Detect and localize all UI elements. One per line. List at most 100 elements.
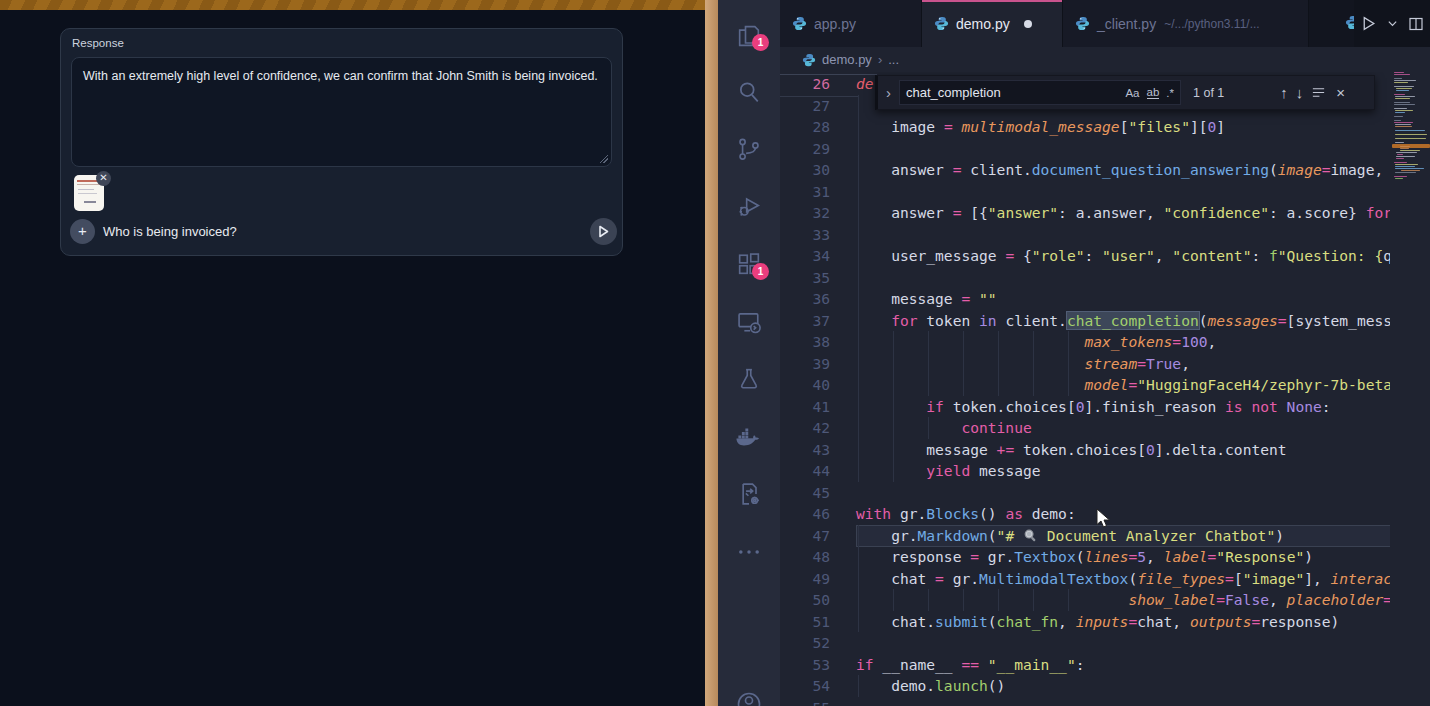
code-line[interactable]: 48 response = gr.Textbox(lines=5, label=… bbox=[780, 546, 1390, 568]
line-number: 32 bbox=[780, 202, 830, 224]
code-line[interactable]: 35 bbox=[780, 267, 1390, 289]
minimap-line bbox=[1395, 178, 1403, 179]
run-debug-icon[interactable] bbox=[735, 192, 763, 220]
find-next-icon[interactable]: ↓ bbox=[1296, 84, 1304, 101]
code-line[interactable]: 33 bbox=[780, 224, 1390, 246]
code-line[interactable]: 53if __name__ == "__main__": bbox=[780, 654, 1390, 676]
line-number: 50 bbox=[780, 589, 830, 611]
python-icon bbox=[802, 53, 816, 67]
mouse-cursor bbox=[1096, 508, 1113, 530]
code-line[interactable]: 36 message = "" bbox=[780, 288, 1390, 310]
activity-bar: 1 1 bbox=[718, 0, 780, 706]
attach-file-button[interactable]: + bbox=[70, 219, 95, 244]
code-line[interactable]: 52 bbox=[780, 632, 1390, 654]
run-python-file-icon[interactable] bbox=[1360, 15, 1377, 32]
code-line[interactable]: 46with gr.Blocks() as demo: bbox=[780, 503, 1390, 525]
code-line[interactable]: 47 gr.Markdown("# Document Analyzer Chat… bbox=[780, 525, 1390, 547]
minimap-line bbox=[1394, 116, 1403, 117]
find-widget: › chat_completion Aa ab .* 1 of 1 ↑ ↓ × bbox=[875, 75, 1375, 110]
screenshot-root: Response With an extremely high level of… bbox=[0, 0, 1430, 706]
line-number: 42 bbox=[780, 417, 830, 439]
line-number: 55 bbox=[780, 697, 830, 706]
code-line[interactable]: 30 answer = client.document_question_ans… bbox=[780, 159, 1390, 181]
code-line[interactable]: 32 answer = [{"answer": a.answer, "confi… bbox=[780, 202, 1390, 224]
breadcrumb-more[interactable]: ... bbox=[888, 52, 899, 67]
minimap[interactable] bbox=[1392, 72, 1430, 706]
minimap-line bbox=[1395, 112, 1405, 113]
line-number: 46 bbox=[780, 503, 830, 525]
response-textarea[interactable]: With an extremely high level of confiden… bbox=[71, 57, 612, 167]
code-line[interactable]: 49 chat = gr.MultimodalTextbox(file_type… bbox=[780, 568, 1390, 590]
modified-dot-icon[interactable] bbox=[1024, 20, 1032, 28]
tab-client-py[interactable]: _client.py ~/.../python3.11/... bbox=[1063, 0, 1309, 47]
code-line[interactable]: 37 for token in client.chat_completion(m… bbox=[780, 310, 1390, 332]
code-line[interactable]: 45 bbox=[780, 482, 1390, 504]
code-line[interactable]: 38 max_tokens=100, bbox=[780, 331, 1390, 353]
python-icon bbox=[1075, 16, 1090, 31]
send-button[interactable] bbox=[590, 218, 617, 245]
search-icon[interactable] bbox=[735, 78, 763, 106]
editor-actions bbox=[1354, 0, 1430, 47]
line-number: 48 bbox=[780, 546, 830, 568]
line-number: 53 bbox=[780, 654, 830, 676]
code-line[interactable]: 55 bbox=[780, 697, 1390, 706]
more-icon[interactable] bbox=[735, 538, 763, 566]
line-number: 49 bbox=[780, 568, 830, 590]
line-number: 38 bbox=[780, 331, 830, 353]
window-divider[interactable] bbox=[705, 0, 718, 706]
account-icon[interactable] bbox=[735, 690, 763, 706]
code-line[interactable]: 39 stream=True, bbox=[780, 353, 1390, 375]
remote-explorer-icon[interactable] bbox=[735, 308, 763, 336]
regex-icon[interactable]: .* bbox=[1166, 87, 1174, 99]
find-close-icon[interactable]: × bbox=[1336, 84, 1345, 101]
code-line[interactable]: 54 demo.launch() bbox=[780, 675, 1390, 697]
line-number: 31 bbox=[780, 181, 830, 203]
breadcrumb: demo.py › ... bbox=[780, 47, 1430, 72]
code-line[interactable]: 44 yield message bbox=[780, 460, 1390, 482]
source-control-icon[interactable] bbox=[735, 135, 763, 163]
code-line[interactable]: 43 message += token.choices[0].delta.con… bbox=[780, 439, 1390, 461]
find-input[interactable]: chat_completion Aa ab .* bbox=[899, 80, 1181, 105]
find-in-selection-icon[interactable] bbox=[1311, 85, 1326, 100]
whole-word-icon[interactable]: ab bbox=[1147, 86, 1160, 99]
response-label: Response bbox=[72, 37, 124, 49]
code-line[interactable]: 51 chat.submit(chat_fn, inputs=chat, out… bbox=[780, 611, 1390, 633]
tab-app-py[interactable]: app.py bbox=[780, 0, 922, 47]
line-number: 40 bbox=[780, 374, 830, 396]
response-text: With an extremely high level of confiden… bbox=[83, 69, 598, 83]
run-dropdown-chevron-icon[interactable] bbox=[1387, 18, 1398, 29]
line-number: 26 bbox=[780, 73, 830, 95]
file-settings-icon[interactable] bbox=[735, 480, 763, 508]
code-editor[interactable]: 26def chat_fn(multimodal_message):2728 i… bbox=[780, 72, 1430, 706]
test-beaker-icon[interactable] bbox=[735, 365, 763, 393]
code-line[interactable]: 29 bbox=[780, 138, 1390, 160]
find-expand-chevron-icon[interactable]: › bbox=[886, 84, 891, 101]
find-prev-icon[interactable]: ↑ bbox=[1280, 84, 1288, 101]
question-input[interactable]: Who is being invoiced? bbox=[103, 224, 237, 239]
code-line[interactable]: 40 model="HuggingFaceH4/zephyr-7b-beta", bbox=[780, 374, 1390, 396]
code-line[interactable]: 42 continue bbox=[780, 417, 1390, 439]
browser-theme-bar bbox=[0, 0, 705, 10]
line-number: 33 bbox=[780, 224, 830, 246]
code-lines[interactable]: 26def chat_fn(multimodal_message):2728 i… bbox=[780, 73, 1390, 706]
code-line[interactable]: 31 bbox=[780, 181, 1390, 203]
resize-handle[interactable] bbox=[599, 154, 608, 163]
minimap-line bbox=[1395, 172, 1416, 173]
line-number: 43 bbox=[780, 439, 830, 461]
minimap-line bbox=[1396, 90, 1409, 91]
split-editor-icon[interactable] bbox=[1408, 16, 1424, 32]
remove-image-button[interactable]: ✕ bbox=[96, 171, 111, 186]
python-icon bbox=[792, 16, 807, 31]
code-line[interactable]: 28 image = multimodal_message["files"][0… bbox=[780, 116, 1390, 138]
code-line[interactable]: 41 if token.choices[0].finish_reason is … bbox=[780, 396, 1390, 418]
code-line[interactable]: 50 show_label=False, placeholder="Upload… bbox=[780, 589, 1390, 611]
find-match-count: 1 of 1 bbox=[1193, 86, 1224, 100]
minimap-line bbox=[1394, 104, 1415, 105]
tab-demo-py[interactable]: demo.py bbox=[922, 0, 1063, 47]
docker-icon[interactable] bbox=[734, 422, 764, 452]
tab-description: ~/.../python3.11/... bbox=[1164, 17, 1260, 31]
match-case-icon[interactable]: Aa bbox=[1125, 87, 1139, 99]
breadcrumb-file[interactable]: demo.py bbox=[822, 52, 872, 67]
vscode-window: 1 1 app.py demo.py bbox=[718, 0, 1430, 706]
code-line[interactable]: 34 user_message = {"role": "user", "cont… bbox=[780, 245, 1390, 267]
